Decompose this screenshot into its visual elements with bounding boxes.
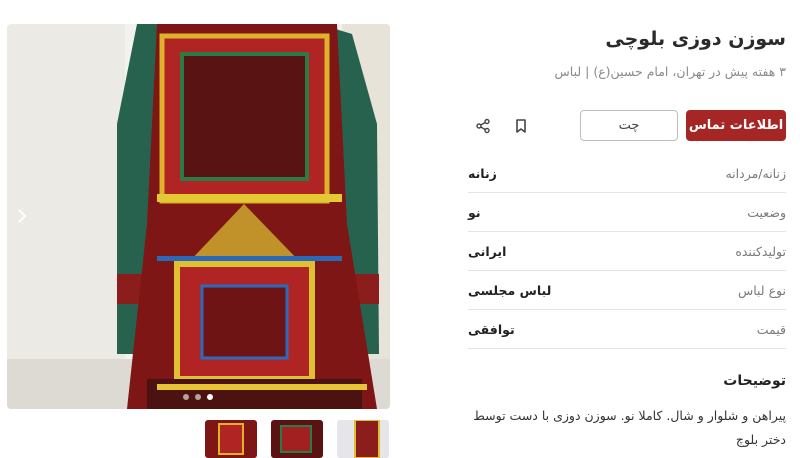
attribute-row: قیمت توافقی <box>468 310 786 349</box>
thumbnail[interactable] <box>205 420 257 458</box>
attribute-value: زنانه <box>468 165 497 181</box>
description-heading: توضیحات <box>723 373 786 389</box>
attribute-row: زنانه/مردانه زنانه <box>468 154 786 193</box>
action-bar: اطلاعات تماس چت <box>468 110 786 142</box>
attribute-label: وضعیت <box>747 204 786 220</box>
attribute-row: وضعیت نو <box>468 193 786 232</box>
description-text: پیراهن و شلوار و شال. کاملا نو. سوزن دوز… <box>473 408 786 447</box>
attribute-row: نوع لباس لباس مجلسی <box>468 271 786 310</box>
attribute-value: ایرانی <box>468 243 507 259</box>
thumbnail-image <box>205 420 257 458</box>
attributes-list: زنانه/مردانه زنانه وضعیت نو تولیدکننده ا… <box>468 154 786 349</box>
thumbnail-image <box>337 420 389 458</box>
contact-info-button[interactable]: اطلاعات تماس <box>686 110 786 141</box>
thumbnail-strip <box>0 420 400 458</box>
share-button[interactable] <box>473 116 493 136</box>
dress-photo <box>7 24 390 409</box>
chevron-right-icon <box>18 209 27 223</box>
attribute-value: لباس مجلسی <box>468 282 552 298</box>
thumbnail[interactable] <box>271 420 323 458</box>
thumbnail-image <box>271 420 323 458</box>
attribute-label: تولیدکننده <box>735 243 786 259</box>
image-pager-dots <box>183 394 213 400</box>
attribute-row: تولیدکننده ایرانی <box>468 232 786 271</box>
bookmark-icon <box>516 119 526 133</box>
attribute-value: توافقی <box>468 321 515 337</box>
chat-button[interactable]: چت <box>580 110 678 141</box>
share-icon <box>476 118 490 134</box>
attribute-label: قیمت <box>756 321 786 337</box>
attribute-label: نوع لباس <box>737 282 786 298</box>
thumbnail[interactable] <box>337 420 389 458</box>
listing-title: سوزن دوزی بلوچی <box>605 28 786 50</box>
next-image-arrow[interactable] <box>15 207 29 225</box>
attribute-value: نو <box>468 204 481 220</box>
bookmark-button[interactable] <box>511 116 531 136</box>
attribute-label: زنانه/مردانه <box>725 165 786 181</box>
pager-dot[interactable] <box>195 394 201 400</box>
pager-dot-active[interactable] <box>207 394 213 400</box>
listing-subtitle: ۳ هفته پیش در تهران، امام حسین(ع) | لباس <box>554 64 786 79</box>
main-image[interactable] <box>7 24 390 409</box>
pager-dot[interactable] <box>183 394 189 400</box>
